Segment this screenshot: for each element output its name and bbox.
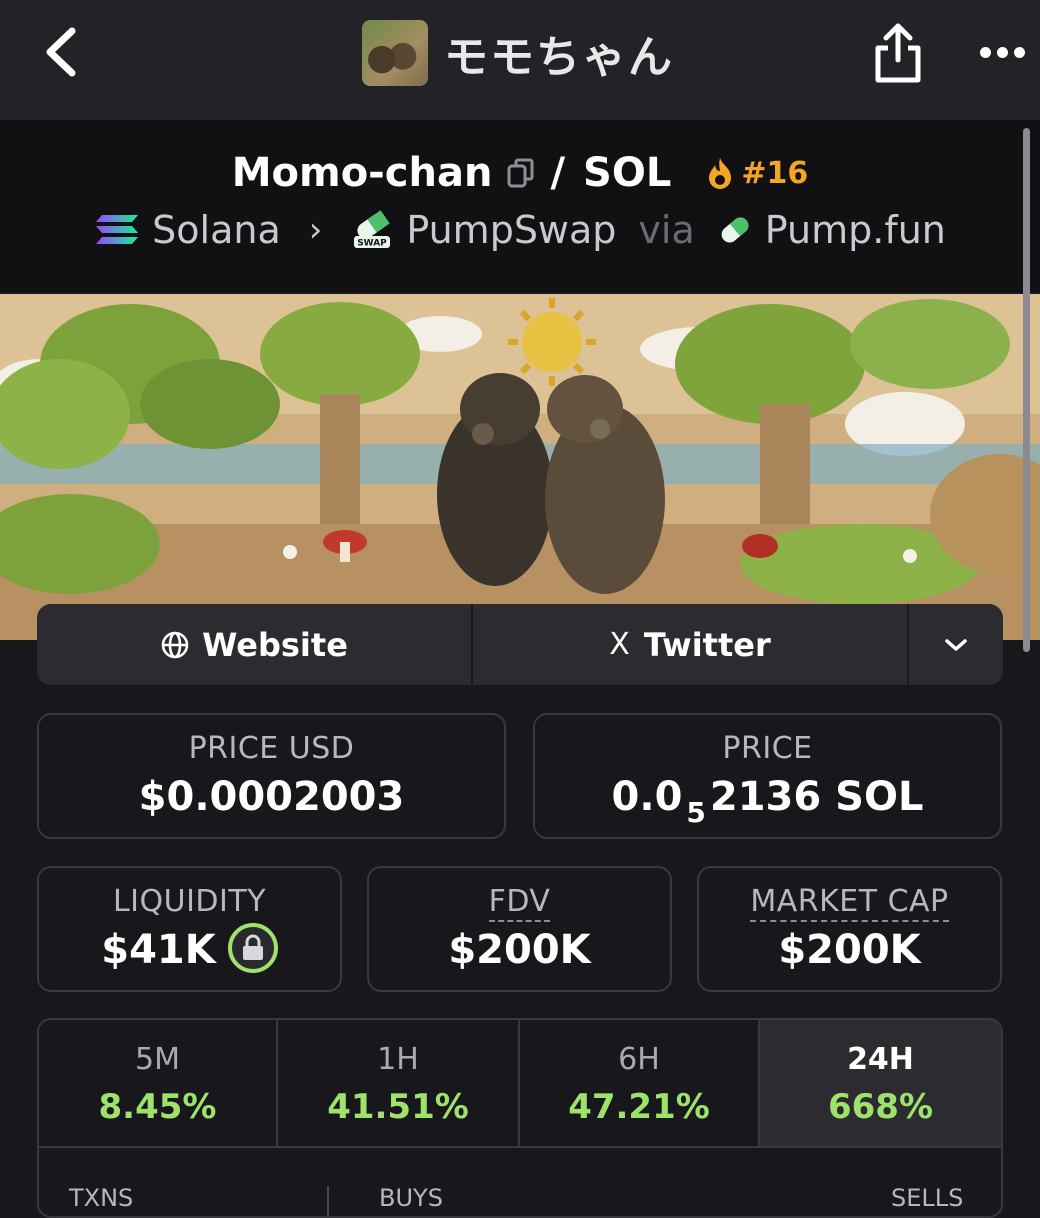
- price-usd-value: $0.0002003: [138, 774, 405, 820]
- website-label: Website: [202, 625, 348, 664]
- price-usd-label: PRICE USD: [188, 731, 355, 766]
- tab-1h[interactable]: 1H 41.51%: [278, 1020, 520, 1148]
- pill-icon: [721, 217, 749, 243]
- change-value: 47.21%: [568, 1087, 710, 1127]
- price-native-zero-count: 5: [686, 796, 706, 829]
- token-header: モモちゃん: [362, 20, 674, 86]
- price-native-prefix: 0.0: [611, 774, 683, 820]
- dex-pumpswap[interactable]: PumpSwap: [406, 208, 616, 252]
- pair-separator: /: [550, 150, 566, 196]
- tab-label: 5M: [135, 1042, 180, 1077]
- scrollbar[interactable]: [1023, 128, 1030, 652]
- pair-header: [0, 120, 1040, 292]
- change-value: 8.45%: [98, 1087, 217, 1127]
- market-cap-card: MARKET CAP $200K: [697, 866, 1002, 992]
- share-icon: [875, 23, 921, 83]
- price-change-panel: 5M 8.45% 1H 41.51% 6H 47.21% 24H 668% TX…: [37, 1018, 1003, 1218]
- globe-icon: [161, 631, 189, 658]
- market-cap-value: $200K: [778, 927, 921, 973]
- tab-label: 24H: [847, 1042, 914, 1077]
- more-button[interactable]: [972, 30, 1032, 74]
- change-value: 668%: [827, 1087, 934, 1127]
- fdv-value: $200K: [448, 927, 591, 973]
- more-dot: [996, 46, 1008, 58]
- fdv-card: FDV $200K: [367, 866, 672, 992]
- back-arrow-icon: [46, 27, 76, 77]
- trending-rank[interactable]: #16: [705, 156, 808, 191]
- sells-label: SELLS: [891, 1184, 964, 1212]
- quote-symbol: SOL: [583, 150, 672, 196]
- txns-label: TXNS: [69, 1184, 134, 1212]
- liquidity-card: LIQUIDITY $41K: [37, 866, 342, 992]
- solana-icon: [96, 215, 139, 244]
- transactions-header-row: TXNS BUYS SELLS: [39, 1150, 1001, 1216]
- liquidity-row: $41K: [39, 923, 340, 977]
- tab-6h[interactable]: 6H 47.21%: [520, 1020, 760, 1148]
- liquidity-label: LIQUIDITY: [112, 884, 267, 919]
- via-label: via: [638, 208, 695, 252]
- base-symbol: Momo-chan: [231, 150, 493, 196]
- token-banner-image: [0, 294, 1040, 640]
- social-links-bar: Website X Twitter: [37, 604, 1003, 685]
- chain-path: Solana › SWAP PumpSwap via Pump.fun: [0, 208, 1040, 252]
- back-button[interactable]: [30, 20, 90, 84]
- divider: [327, 1186, 329, 1216]
- twitter-button[interactable]: X Twitter: [473, 604, 909, 685]
- tab-label: 6H: [618, 1042, 660, 1077]
- more-links-button[interactable]: [909, 604, 1003, 685]
- price-native-suffix: 2136 SOL: [709, 774, 924, 820]
- token-avatar: [362, 20, 428, 86]
- x-logo-icon: X: [609, 627, 630, 662]
- twitter-label: Twitter: [643, 625, 771, 664]
- rank-value: #16: [741, 155, 809, 191]
- change-value: 41.51%: [327, 1087, 469, 1127]
- price-native-label: PRICE: [722, 731, 813, 766]
- more-dot: [1013, 46, 1025, 58]
- launchpad-pumpfun[interactable]: Pump.fun: [765, 208, 946, 252]
- market-cap-label[interactable]: MARKET CAP: [750, 884, 949, 922]
- liquidity-value: $41K: [101, 927, 216, 973]
- price-usd-card: PRICE USD $0.0002003: [37, 713, 506, 839]
- website-button[interactable]: Website: [37, 604, 473, 685]
- chevron-right-icon: ›: [308, 210, 323, 250]
- copy-icon[interactable]: [506, 157, 536, 189]
- chevron-down-icon: [945, 638, 967, 651]
- tab-label: 1H: [377, 1042, 419, 1077]
- pill-icon: SWAP: [354, 210, 391, 249]
- share-button[interactable]: [868, 18, 928, 88]
- page-title: モモちゃん: [444, 32, 674, 83]
- flame-icon: [709, 158, 732, 189]
- more-icon: [979, 46, 991, 58]
- lock-icon[interactable]: [227, 923, 278, 973]
- tab-5m[interactable]: 5M 8.45%: [39, 1020, 278, 1148]
- swap-badge: SWAP: [358, 239, 388, 249]
- chain-solana[interactable]: Solana: [152, 208, 281, 252]
- price-native-value: 0.0 5 2136 SOL: [535, 774, 1000, 829]
- price-native-card: PRICE 0.0 5 2136 SOL: [533, 713, 1002, 839]
- tab-24h[interactable]: 24H 668%: [760, 1020, 1001, 1148]
- top-bar: モモちゃん: [0, 0, 1040, 120]
- pair-title: Momo-chan / SOL #16: [0, 150, 1040, 196]
- buys-label: BUYS: [379, 1184, 443, 1212]
- fdv-label[interactable]: FDV: [488, 884, 551, 922]
